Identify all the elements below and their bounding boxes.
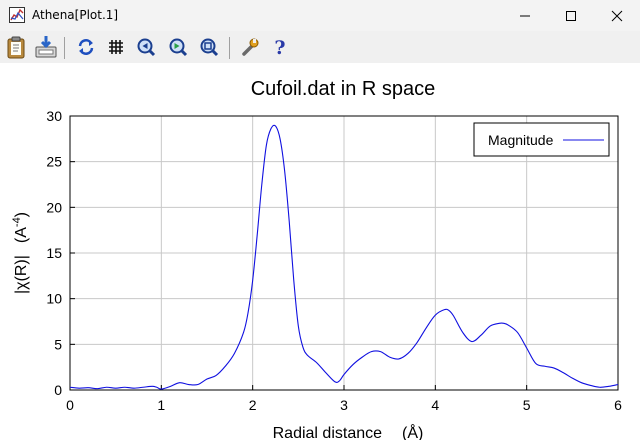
legend: Magnitude [473,122,610,157]
settings-button[interactable] [238,35,262,59]
x-tick-label: 0 [66,397,74,413]
legend-label: Magnitude [488,132,554,148]
save-image-icon [35,36,57,58]
zoom-in-icon [169,38,188,57]
window-title: Athena[Plot.1] [32,8,119,22]
clipboard-button[interactable] [4,35,28,59]
minimize-icon [520,15,530,17]
y-tick-label: 10 [46,291,62,307]
window-titlebar: Athena[Plot.1] [0,0,640,31]
y-tick-label: 30 [46,108,62,124]
help-button[interactable]: ? [268,35,292,59]
y-tick-label: 5 [54,336,62,352]
refresh-icon [78,39,94,55]
y-axis-label: |χ(R)|(A-4) [11,212,30,294]
plot-canvas: 0 1 2 3 4 5 6 0 5 10 15 20 25 30 Cufoil.dat in R spac… [0,63,640,442]
chart-title: Cufoil.dat in R space [251,78,436,100]
grid-lines [70,116,618,390]
x-tick-label: 2 [249,397,257,413]
x-tick-label: 6 [614,397,622,413]
save-image-button[interactable] [34,35,58,59]
x-axis-label: Radial distance (Å) [273,423,424,440]
y-tick-label: 25 [46,154,62,170]
y-tick-label: 0 [54,382,62,398]
grid-icon [109,40,123,54]
help-icon: ? [274,37,285,59]
minimize-button[interactable] [502,0,548,31]
refresh-button[interactable] [74,35,98,59]
x-tick-label: 1 [157,397,165,413]
clipboard-icon [7,36,25,59]
wrench-icon [242,38,259,56]
svg-text:?: ? [274,37,285,59]
zoom-reset-button[interactable] [197,35,221,59]
close-button[interactable] [594,0,640,31]
close-icon [611,10,623,22]
zoom-out-button[interactable] [134,35,158,59]
x-tick-label: 5 [523,397,531,413]
r-space-chart: 0 1 2 3 4 5 6 0 5 10 15 20 25 30 Cufoil.dat in R spac… [11,78,622,442]
y-tick-label: 20 [46,199,62,215]
maximize-button[interactable] [548,0,594,31]
grid-toggle-button[interactable] [104,35,128,59]
y-tick-label: 15 [46,245,62,261]
toolbar-separator [229,37,230,59]
athena-app-icon [9,7,25,23]
zoom-reset-icon [200,38,219,57]
plot-toolbar: ? [0,31,640,63]
x-tick-label: 3 [340,397,348,413]
maximize-icon [566,11,576,21]
zoom-out-icon [137,38,156,57]
zoom-in-button[interactable] [166,35,190,59]
x-tick-label: 4 [431,397,439,413]
toolbar-separator [64,37,65,59]
